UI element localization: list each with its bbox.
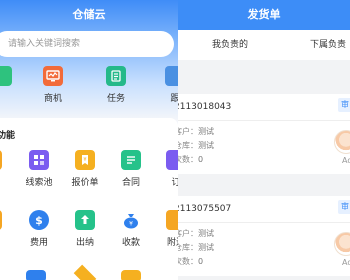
grid-label: 附近 xyxy=(166,238,178,248)
grid-label: 订 xyxy=(171,178,178,188)
svg-text:¥: ¥ xyxy=(83,157,86,163)
partial-icon xyxy=(0,210,2,230)
status-badge: 审 xyxy=(338,98,350,112)
partial-row-icon-3 xyxy=(121,270,141,280)
document-icon xyxy=(121,150,141,170)
customer-row: 客户：测试 xyxy=(178,126,214,137)
avatar-name: Ad xyxy=(342,258,350,267)
status-badge: 审 xyxy=(338,200,350,214)
warehouse-value: 测试 xyxy=(198,141,214,150)
customer-label: 客户： xyxy=(178,127,198,136)
warehouse-label: 仓库： xyxy=(178,243,198,252)
tab-my-responsible[interactable]: 我负责的 xyxy=(212,30,248,60)
search-input[interactable]: 请输入关键词搜索 xyxy=(0,31,174,57)
left-screen: 仓储云 请输入关键词搜索 商机 任务 跟 功能 线索池 ¥ 报价单 合同 订 $… xyxy=(0,0,178,280)
avatar-name: Ad xyxy=(342,156,350,165)
upload-icon xyxy=(75,210,95,230)
monitor-icon xyxy=(43,66,63,86)
avatar xyxy=(334,232,350,256)
moneybag-icon: ¥ xyxy=(121,210,141,230)
location-icon xyxy=(166,210,178,230)
quick-item-task[interactable]: 任务 xyxy=(86,66,146,104)
warehouse-value: 测试 xyxy=(198,243,214,252)
customer-value: 测试 xyxy=(198,127,214,136)
right-screen: 发货单 我负责的 下属负责 2113018043 审 客户：测试 仓库：测试 次… xyxy=(178,0,350,280)
quick-label: 商机 xyxy=(43,94,62,104)
section-title: 功能 xyxy=(0,131,16,141)
customer-row: 客户：测试 xyxy=(178,228,214,239)
grid-icon xyxy=(29,150,49,170)
left-app-title: 仓储云 xyxy=(72,8,106,21)
list-icon xyxy=(106,66,126,86)
quick-label: 任务 xyxy=(106,94,125,104)
svg-text:¥: ¥ xyxy=(129,221,133,228)
shipment-card[interactable]: 2113018043 审 客户：测试 仓库：测试 次数：0 Ad xyxy=(178,94,350,174)
quick-item-opportunity[interactable]: 商机 xyxy=(23,66,83,104)
partial-row-icon-1 xyxy=(26,270,46,280)
partial-icon xyxy=(0,66,12,86)
customer-label: 客户： xyxy=(178,229,198,238)
tab-bar: 我负责的 下属负责 xyxy=(178,30,350,60)
avatar xyxy=(334,130,350,154)
partial-icon xyxy=(165,66,178,86)
count-row: 次数：0 xyxy=(178,154,203,165)
count-value: 0 xyxy=(198,155,204,164)
shipment-number: 2113018043 xyxy=(178,102,232,112)
divider xyxy=(178,222,350,223)
count-label: 次数： xyxy=(178,155,198,164)
count-label: 次数： xyxy=(178,257,198,266)
grid-item-nearby[interactable]: 附近 xyxy=(146,210,178,248)
grid-item-partial-right[interactable]: 订 xyxy=(146,150,178,188)
shipment-card[interactable]: 2113075507 审 客户：测试 仓库：测试 次数：0 Ad xyxy=(178,196,350,276)
quick-item-partial-right[interactable]: 跟 xyxy=(145,66,178,104)
partial-icon xyxy=(166,150,178,170)
count-row: 次数：0 xyxy=(178,256,203,267)
right-page-title: 发货单 xyxy=(178,0,350,30)
divider xyxy=(178,120,350,121)
shipment-number: 2113075507 xyxy=(178,204,232,214)
dollar-icon: $ xyxy=(29,210,49,230)
tag-icon: ¥ xyxy=(75,150,95,170)
customer-value: 测试 xyxy=(198,229,214,238)
warehouse-label: 仓库： xyxy=(178,141,198,150)
partial-icon xyxy=(0,150,2,170)
warehouse-row: 仓库：测试 xyxy=(178,242,214,253)
quick-label: 跟 xyxy=(170,94,178,104)
warehouse-row: 仓库：测试 xyxy=(178,140,214,151)
tab-subordinate-responsible[interactable]: 下属负责 xyxy=(310,30,346,60)
count-value: 0 xyxy=(198,257,204,266)
functions-panel xyxy=(0,118,178,280)
